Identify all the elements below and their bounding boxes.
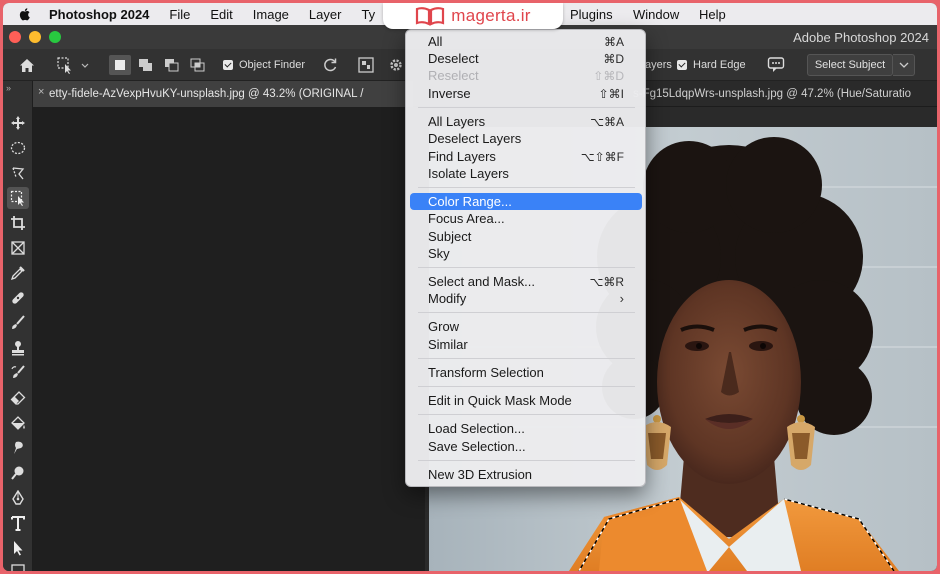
rectangle-tool-icon[interactable] <box>7 562 29 571</box>
menu-separator <box>418 107 635 108</box>
menu-item-subject[interactable]: Subject <box>410 228 642 245</box>
pen-tool-icon[interactable] <box>7 487 29 509</box>
menu-window[interactable]: Window <box>633 7 679 22</box>
minimize-window-button[interactable] <box>29 31 41 43</box>
menu-separator <box>418 312 635 313</box>
menu-help[interactable]: Help <box>699 7 726 22</box>
document-tab-secondary-title: s-Fg15LdqpWrs-unsplash.jpg @ 47.2% (Hue/… <box>633 88 912 100</box>
type-tool-icon[interactable] <box>7 512 29 534</box>
new-selection-button[interactable] <box>109 55 131 75</box>
menu-item-deselect[interactable]: Deselect ⌘D <box>410 50 642 67</box>
zoom-window-button[interactable] <box>49 31 61 43</box>
tools-panel: » <box>3 81 33 571</box>
frame-tool-icon[interactable] <box>7 237 29 259</box>
menu-item-isolate-layers[interactable]: Isolate Layers <box>410 165 642 182</box>
menu-item-inverse[interactable]: Inverse ⇧⌘I <box>410 85 642 102</box>
menu-separator <box>418 414 635 415</box>
path-selection-tool-icon[interactable] <box>7 537 29 559</box>
history-brush-tool-icon[interactable] <box>7 362 29 384</box>
app-frame: Photoshop 2024 File Edit Image Layer Ty … <box>3 3 937 571</box>
smudge-tool-icon[interactable] <box>7 437 29 459</box>
menu-item-quick-mask-mode[interactable]: Edit in Quick Mask Mode <box>410 392 642 409</box>
subtract-from-selection-button[interactable] <box>161 55 183 75</box>
feedback-chat-icon[interactable] <box>765 54 787 76</box>
clone-stamp-tool-icon[interactable] <box>7 337 29 359</box>
paint-bucket-tool-icon[interactable] <box>7 412 29 434</box>
menu-item-reselect: Reselect ⇧⌘D <box>428 68 624 83</box>
menu-item-find-layers[interactable]: Find Layers ⌥⇧⌘F <box>410 148 642 165</box>
menu-item-deselect-layers[interactable]: Deselect Layers <box>410 130 642 147</box>
add-to-selection-button[interactable] <box>135 55 157 75</box>
menu-separator <box>418 386 635 387</box>
menu-item-transform-selection[interactable]: Transform Selection <box>410 364 642 381</box>
apple-icon[interactable] <box>17 6 33 22</box>
hard-edge-label: Hard Edge <box>693 59 746 71</box>
brand-text: magerta.ir <box>451 6 531 25</box>
menu-image[interactable]: Image <box>253 7 289 22</box>
menu-app-name[interactable]: Photoshop 2024 <box>49 7 149 22</box>
menu-item-new-3d-extrusion[interactable]: New 3D Extrusion <box>410 466 642 483</box>
chevron-down-icon <box>899 62 908 68</box>
chevron-right-icon: › <box>619 291 624 306</box>
object-finder-label: Object Finder <box>239 59 306 71</box>
refresh-icon[interactable] <box>319 55 341 75</box>
select-menu-dropdown: All ⌘A Deselect ⌘D Reselect ⇧⌘D Inverse ⇧⌘I … <box>405 29 646 487</box>
select-subject-button[interactable]: Select Subject <box>807 54 893 76</box>
hard-edge-toggle[interactable]: Hard Edge <box>677 57 746 73</box>
window-title: Adobe Photoshop 2024 <box>793 30 929 45</box>
menu-item-grow[interactable]: Grow <box>410 318 642 335</box>
eraser-tool-icon[interactable] <box>7 387 29 409</box>
book-logo-icon <box>416 7 445 26</box>
menu-item-sky[interactable]: Sky <box>410 245 642 262</box>
collapse-panel-icon[interactable]: » <box>6 83 11 93</box>
menu-separator <box>418 187 635 188</box>
lasso-tool-icon[interactable] <box>7 162 29 184</box>
tool-preset-picker[interactable] <box>55 55 89 75</box>
menu-item-color-range[interactable]: Color Range... <box>410 193 642 210</box>
menu-type[interactable]: Ty <box>361 7 375 22</box>
menu-item-all-layers[interactable]: All Layers ⌥⌘A <box>410 113 642 130</box>
menu-edit[interactable]: Edit <box>210 7 232 22</box>
document-tab-active[interactable]: × etty-fidele-AzVexpHvuKY-unsplash.jpg @… <box>33 81 413 107</box>
menu-item-similar[interactable]: Similar <box>410 336 642 353</box>
menu-plugins[interactable]: Plugins <box>570 7 613 22</box>
dodge-tool-icon[interactable] <box>7 462 29 484</box>
menu-file[interactable]: File <box>169 7 190 22</box>
menu-layer[interactable]: Layer <box>309 7 342 22</box>
sample-all-layers-label: ayers <box>645 59 672 71</box>
document-canvas-empty[interactable] <box>33 107 425 571</box>
hard-edge-checkbox[interactable] <box>677 60 687 70</box>
object-finder-checkbox[interactable] <box>223 60 233 70</box>
menu-item-save-selection[interactable]: Save Selection... <box>410 438 642 455</box>
move-tool-icon[interactable] <box>7 112 29 134</box>
menu-item-focus-area[interactable]: Focus Area... <box>410 210 642 227</box>
object-finder-toggle[interactable]: Object Finder <box>223 57 305 73</box>
crop-tool-icon[interactable] <box>7 212 29 234</box>
elliptical-marquee-tool-icon[interactable] <box>7 137 29 159</box>
brush-tool-icon[interactable] <box>7 312 29 334</box>
object-selection-tool-icon[interactable] <box>7 187 29 209</box>
document-tab-title: etty-fidele-AzVexpHvuKY-unsplash.jpg @ 4… <box>49 88 364 100</box>
intersect-selection-button[interactable] <box>187 55 209 75</box>
select-subject-dropdown[interactable] <box>893 54 915 76</box>
home-icon[interactable] <box>17 56 37 74</box>
menu-separator <box>418 460 635 461</box>
site-brand-badge: magerta.ir <box>383 3 563 29</box>
document-tab-secondary[interactable]: s-Fg15LdqpWrs-unsplash.jpg @ 47.2% (Hue/… <box>633 81 937 107</box>
menu-item-select-and-mask[interactable]: Select and Mask... ⌥⌘R <box>410 273 642 290</box>
menu-separator <box>418 358 635 359</box>
menu-item-load-selection[interactable]: Load Selection... <box>410 420 642 437</box>
close-window-button[interactable] <box>9 31 21 43</box>
show-all-objects-icon[interactable] <box>355 55 377 75</box>
healing-brush-tool-icon[interactable] <box>7 287 29 309</box>
menu-item-all[interactable]: All ⌘A <box>410 33 642 50</box>
settings-gear-icon[interactable] <box>389 55 403 75</box>
close-tab-icon[interactable]: × <box>38 86 44 98</box>
eyedropper-tool-icon[interactable] <box>7 262 29 284</box>
menu-separator <box>418 267 635 268</box>
menu-item-modify[interactable]: Modify › <box>410 290 642 307</box>
